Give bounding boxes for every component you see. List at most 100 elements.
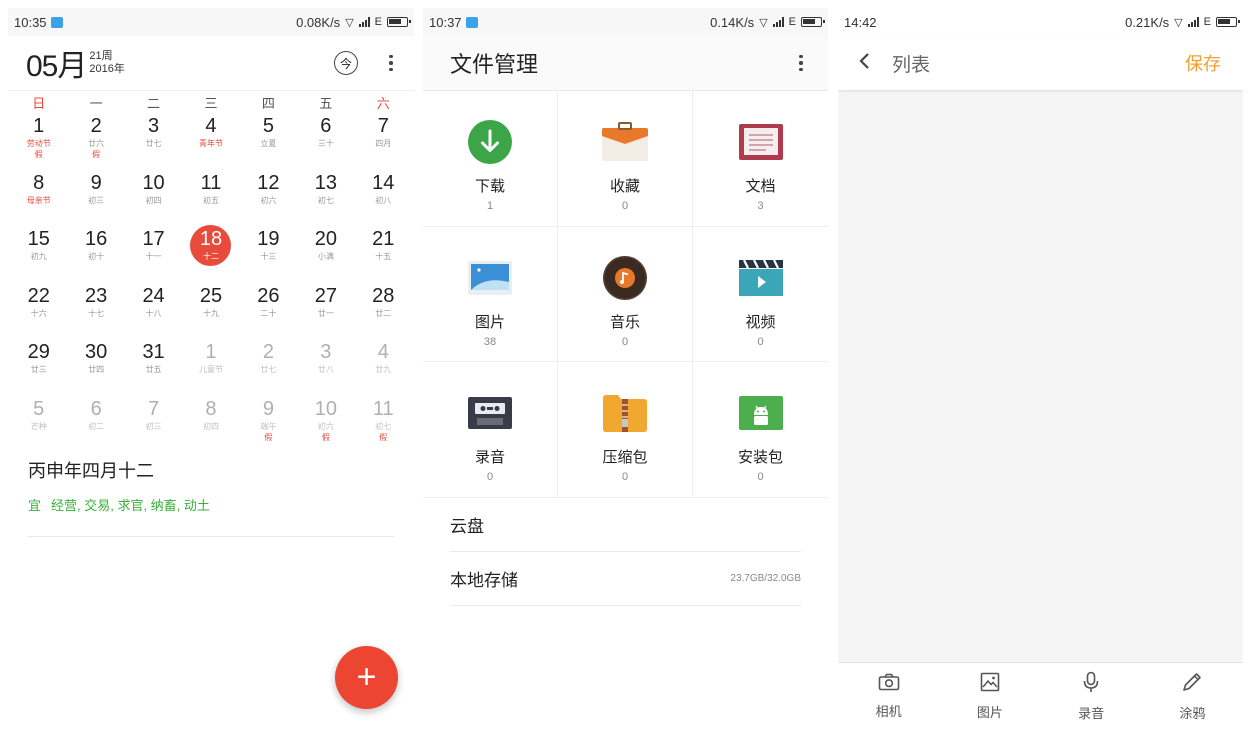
calendar-day[interactable]: 20 小满: [297, 225, 354, 282]
calendar-day[interactable]: 22 十六: [10, 282, 67, 339]
lunar-date: 廿一: [317, 308, 334, 318]
calendar-day[interactable]: 5 立夏: [240, 112, 297, 169]
calendar-day[interactable]: 24 十八: [125, 282, 182, 339]
today-button[interactable]: 今: [334, 51, 358, 75]
day-number: 2: [262, 341, 274, 363]
record-button[interactable]: 录音: [1041, 663, 1142, 730]
day-number: 23: [85, 284, 108, 307]
calendar-day[interactable]: 1 儿童节: [182, 338, 239, 395]
category-document[interactable]: 文档 3: [693, 91, 828, 227]
note-body[interactable]: [838, 91, 1243, 662]
calendar-day[interactable]: 14 初八: [355, 169, 412, 226]
calendar-day-today[interactable]: 18 十二: [182, 225, 239, 282]
lunar-date-title: 丙申年四月十二: [28, 461, 154, 481]
lunar-date: 廿三: [30, 365, 47, 374]
save-button[interactable]: 保存: [1185, 50, 1221, 76]
category-image[interactable]: 图片 38: [423, 226, 558, 362]
more-menu-icon[interactable]: [386, 54, 396, 72]
calendar-day[interactable]: 27 廿一: [297, 282, 354, 339]
day-number: 18: [199, 228, 223, 250]
holiday-badge: 假: [264, 432, 273, 442]
calendar-day[interactable]: 12 初六: [240, 169, 297, 226]
cloud-drive-row[interactable]: 云盘: [450, 498, 801, 552]
doodle-button[interactable]: 涂鸦: [1142, 663, 1243, 730]
day-number: 4: [377, 341, 389, 363]
calendar-day[interactable]: 6 三十: [297, 112, 354, 169]
category-label: 图片: [474, 313, 505, 331]
local-storage-row[interactable]: 本地存储 23.7GB/32.0GB: [450, 552, 801, 606]
month-title[interactable]: 05月: [26, 41, 87, 85]
calendar-day[interactable]: 9 初三: [67, 169, 124, 226]
category-favorites[interactable]: 收藏 0: [558, 91, 693, 227]
lunar-date: 十六: [30, 308, 47, 318]
calendar-day[interactable]: 31 廿五: [125, 338, 182, 395]
calendar-day[interactable]: 23 十七: [67, 282, 124, 339]
category-count: 3: [757, 200, 764, 212]
calendar-day[interactable]: 11 初五: [182, 169, 239, 226]
category-cassette[interactable]: 录音 0: [423, 362, 558, 498]
calendar-day[interactable]: 4 廿九: [355, 338, 412, 395]
calendar-day[interactable]: 3 廿七: [125, 112, 182, 169]
day-number: 4: [205, 115, 217, 137]
image-icon: [466, 254, 514, 302]
calendar-day[interactable]: 1 劳动节假: [10, 112, 67, 169]
add-event-button[interactable]: +: [335, 646, 398, 709]
calendar-day[interactable]: 8 母亲节: [10, 169, 67, 226]
calendar-day[interactable]: 11 初七假: [355, 395, 412, 452]
status-bar: 14:42 0.21K/s ▽ E: [838, 8, 1243, 36]
calendar-screen: 10:35 0.08K/s ▽ E 05月 21周 2016年 今 日 一 二 三 四 五…: [8, 8, 414, 730]
day-number: 3: [148, 115, 160, 137]
lunar-date: 初三: [88, 195, 105, 205]
wifi-icon: ▽: [759, 16, 768, 29]
calendar-day[interactable]: 26 二十: [240, 282, 297, 339]
back-icon[interactable]: [858, 50, 884, 76]
calendar-day[interactable]: 5 芒种: [10, 395, 67, 452]
calendar-day[interactable]: 2 廿六假: [67, 112, 124, 169]
calendar-day[interactable]: 30 廿四: [67, 338, 124, 395]
calendar-day[interactable]: 15 初九: [10, 225, 67, 282]
calendar-day[interactable]: 10 初四: [125, 169, 182, 226]
weekday-label: 四: [261, 96, 275, 111]
battery-icon: [1216, 17, 1240, 27]
camera-button[interactable]: 相机: [838, 663, 939, 730]
lunar-date: 母亲节: [26, 195, 51, 205]
note-header: 列表 保存: [838, 36, 1243, 91]
calendar-day[interactable]: 8 初四: [182, 395, 239, 452]
lunar-date: 初三: [145, 421, 162, 431]
picture-button[interactable]: 图片: [939, 663, 1040, 730]
lunar-date: 初九: [30, 252, 47, 261]
lunar-date: 十二: [202, 252, 219, 261]
calendar-day[interactable]: 13 初七: [297, 169, 354, 226]
category-apk[interactable]: 安装包 0: [693, 362, 828, 498]
day-number: 27: [314, 284, 337, 307]
calendar-day[interactable]: 9 端午假: [240, 395, 297, 452]
more-menu-icon[interactable]: [796, 54, 806, 72]
calendar-day[interactable]: 7 初三: [125, 395, 182, 452]
category-archive[interactable]: 压缩包 0: [558, 362, 693, 498]
category-label: 下载: [474, 178, 505, 195]
calendar-day[interactable]: 2 廿七: [240, 338, 297, 395]
calendar-day[interactable]: 3 廿八: [297, 338, 354, 395]
day-number: 14: [372, 171, 395, 194]
calendar-day[interactable]: 6 初二: [67, 395, 124, 452]
calendar-day[interactable]: 7 四月: [355, 112, 412, 169]
calendar-day[interactable]: 19 十三: [240, 225, 297, 282]
network-speed: 0.21K/s: [1125, 14, 1170, 30]
category-video[interactable]: 视频 0: [693, 227, 828, 362]
note-title[interactable]: 列表: [892, 50, 1185, 77]
auspicious-line: 宜经营, 交易, 求官, 纳畜, 动土: [28, 495, 394, 514]
calendar-day[interactable]: 17 十一: [125, 225, 182, 282]
status-time: 10:37: [429, 14, 462, 30]
calendar-day[interactable]: 21 十五: [355, 225, 412, 282]
calendar-day[interactable]: 10 初六假: [297, 395, 354, 452]
notification-icon: [50, 16, 63, 28]
calendar-day[interactable]: 25 十九: [182, 282, 239, 339]
calendar-day[interactable]: 29 廿三: [10, 338, 67, 395]
file-manager-header: 文件管理: [423, 36, 828, 91]
calendar-day[interactable]: 28 廿二: [355, 282, 412, 339]
calendar-day[interactable]: 4 青年节: [182, 112, 239, 169]
auspicious-label: 宜: [28, 498, 42, 513]
category-music[interactable]: 音乐 0: [558, 226, 693, 362]
calendar-day[interactable]: 16 初十: [67, 225, 124, 282]
category-download[interactable]: 下载 1: [423, 91, 558, 227]
